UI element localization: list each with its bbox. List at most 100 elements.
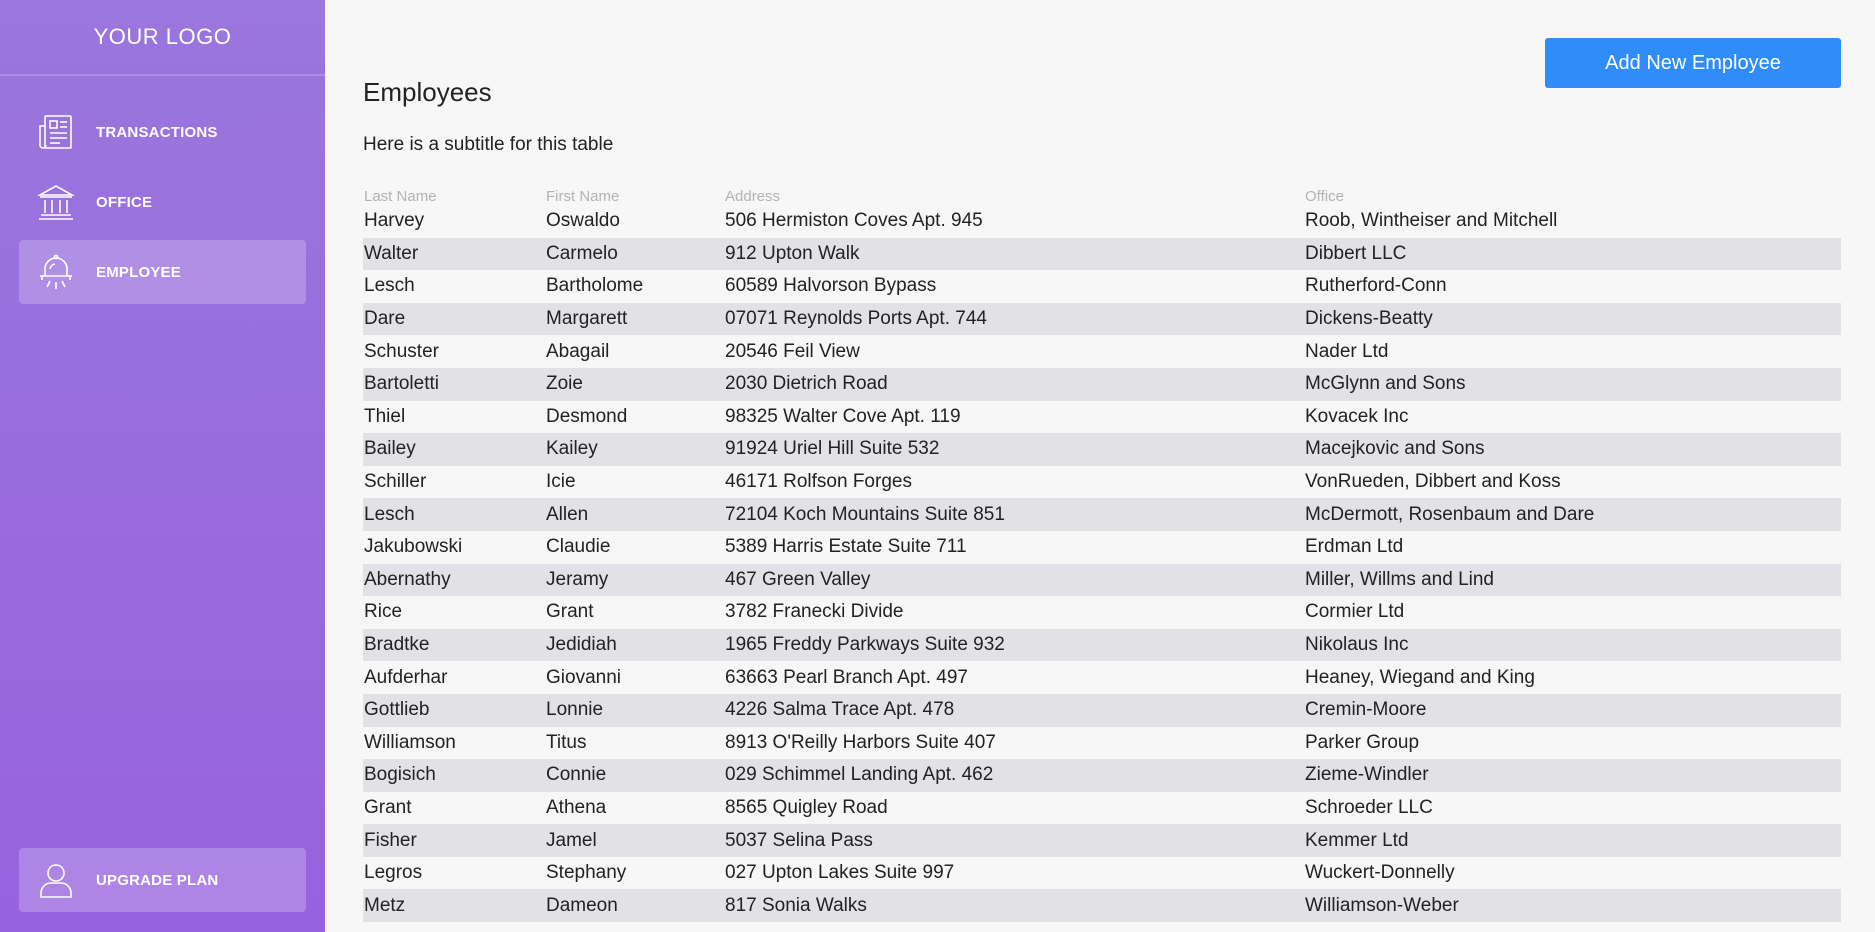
cell-last-name: Bartoletti bbox=[363, 367, 545, 401]
sidebar-item-office[interactable]: OFFICE bbox=[19, 170, 306, 234]
cell-address: 07071 Reynolds Ports Apt. 744 bbox=[724, 302, 1304, 336]
table-row[interactable]: Thiel Desmond 98325 Walter Cove Apt. 119 Ko… bbox=[363, 401, 1841, 434]
table-row[interactable]: Bogisich Connie 029 Schimmel Landing Apt. … bbox=[363, 759, 1841, 792]
cell-first-name: Zoie bbox=[545, 367, 724, 401]
cell-last-name: Williamson bbox=[364, 731, 456, 753]
table-row[interactable]: Bailey Kailey 91924 Uriel Hill Suite 532 Ma… bbox=[363, 433, 1841, 466]
cell-last-name: Metz bbox=[363, 889, 545, 923]
cell-first-name: Stephany bbox=[546, 862, 627, 884]
cell-office: McGlynn and Sons bbox=[1304, 367, 1841, 401]
cell-office: Dickens-Beatty bbox=[1304, 302, 1841, 336]
cell-last-name: Rice bbox=[364, 601, 403, 623]
user-icon bbox=[36, 860, 76, 900]
sidebar-item-employee[interactable]: EMPLOYEE bbox=[19, 240, 306, 304]
cell-first-name: Margarett bbox=[545, 302, 724, 336]
cell-first-name: Bartholome bbox=[546, 275, 644, 297]
cell-address: 2030 Dietrich Road bbox=[724, 367, 1304, 401]
app-root: YOUR LOGO TRANSACTIONS OFFICE EMPLOYEE U… bbox=[0, 0, 1875, 932]
cell-last-name: Schuster bbox=[364, 340, 439, 362]
cell-office: Wuckert-Donnelly bbox=[1305, 862, 1455, 884]
cell-address: 467 Green Valley bbox=[724, 563, 1304, 597]
cell-address: 63663 Pearl Branch Apt. 497 bbox=[725, 666, 968, 688]
cell-address: 5389 Harris Estate Suite 711 bbox=[725, 536, 967, 558]
table-row[interactable]: Lesch Allen 72104 Koch Mountains Suite 851… bbox=[363, 498, 1841, 531]
cell-last-name: Gottlieb bbox=[363, 693, 545, 727]
cell-office: Nikolaus Inc bbox=[1304, 628, 1841, 662]
logo[interactable]: YOUR LOGO bbox=[0, 0, 325, 76]
table-row[interactable]: Lesch Bartholome 60589 Halvorson Bypass Rut… bbox=[363, 270, 1841, 303]
table-row[interactable]: Dare Margarett 07071 Reynolds Ports Apt. 7… bbox=[363, 302, 1841, 336]
cell-office: Williamson-Weber bbox=[1304, 889, 1841, 923]
cell-first-name: Athena bbox=[546, 796, 607, 818]
table-row[interactable]: Aufderhar Giovanni 63663 Pearl Branch Apt.… bbox=[363, 661, 1841, 694]
table-row[interactable]: Schuster Abagail 20546 Feil View Nader Ltd bbox=[363, 335, 1841, 368]
cell-address: 5037 Selina Pass bbox=[724, 824, 1304, 857]
cell-address: 91924 Uriel Hill Suite 532 bbox=[724, 433, 1304, 466]
cell-first-name: Connie bbox=[545, 759, 724, 792]
cell-first-name: Claudie bbox=[546, 536, 611, 558]
table-row[interactable]: Grant Athena 8565 Quigley Road Schroeder LL… bbox=[363, 792, 1841, 825]
cell-first-name: Titus bbox=[546, 731, 587, 753]
sidebar-item-label: TRANSACTIONS bbox=[96, 123, 218, 141]
cell-office: VonRueden, Dibbert and Koss bbox=[1305, 471, 1561, 493]
cell-address: 8565 Quigley Road bbox=[725, 796, 888, 818]
table-body: Harvey Oswaldo 506 Hermiston Coves Apt. 94… bbox=[363, 205, 1841, 923]
add-new-employee-button[interactable]: Add New Employee bbox=[1545, 38, 1841, 88]
cell-address: 98325 Walter Cove Apt. 119 bbox=[725, 405, 961, 427]
bell-alarm-icon bbox=[36, 252, 76, 292]
cell-last-name: Schiller bbox=[364, 471, 427, 493]
cell-last-name: Lesch bbox=[363, 498, 545, 531]
table-row[interactable]: Gottlieb Lonnie 4226 Salma Trace Apt. 478 C… bbox=[363, 693, 1841, 727]
cell-last-name: Harvey bbox=[364, 210, 425, 232]
cell-address: 1965 Freddy Parkways Suite 932 bbox=[724, 628, 1304, 662]
newspaper-icon bbox=[36, 112, 76, 152]
table-row[interactable]: Bradtke Jedidiah 1965 Freddy Parkways Suit… bbox=[363, 628, 1841, 662]
cell-office: Roob, Wintheiser and Mitchell bbox=[1305, 210, 1558, 232]
cell-office: McDermott, Rosenbaum and Dare bbox=[1304, 498, 1841, 531]
table-row[interactable]: Metz Dameon 817 Sonia Walks Williamson-Webe… bbox=[363, 889, 1841, 923]
cell-office: Heaney, Wiegand and King bbox=[1305, 666, 1535, 688]
table-row[interactable]: Williamson Titus 8913 O'Reilly Harbors Sui… bbox=[363, 727, 1841, 760]
column-header-office[interactable]: Office bbox=[1304, 184, 1841, 205]
cell-last-name: Fisher bbox=[363, 824, 545, 857]
cell-first-name: Dameon bbox=[545, 889, 724, 923]
cell-office: Nader Ltd bbox=[1305, 340, 1389, 362]
cell-address: 027 Upton Lakes Suite 997 bbox=[725, 862, 955, 884]
column-header-address[interactable]: Address bbox=[724, 184, 1304, 205]
cell-office: Cormier Ltd bbox=[1305, 601, 1405, 623]
cell-address: 20546 Feil View bbox=[725, 340, 860, 362]
cell-office: Miller, Willms and Lind bbox=[1304, 563, 1841, 597]
table-row[interactable]: Rice Grant 3782 Franecki Divide Cormier Ltd bbox=[363, 596, 1841, 629]
cell-address: 912 Upton Walk bbox=[724, 237, 1304, 271]
table-row[interactable]: Legros Stephany 027 Upton Lakes Suite 997 W… bbox=[363, 857, 1841, 890]
table-row[interactable]: Walter Carmelo 912 Upton Walk Dibbert LLC bbox=[363, 237, 1841, 271]
table-row[interactable]: Abernathy Jeramy 467 Green Valley Miller, W… bbox=[363, 563, 1841, 597]
table-row[interactable]: Fisher Jamel 5037 Selina Pass Kemmer Ltd bbox=[363, 824, 1841, 857]
upgrade-plan-label: UPGRADE PLAN bbox=[96, 871, 219, 889]
cell-address: 029 Schimmel Landing Apt. 462 bbox=[724, 759, 1304, 792]
cell-first-name: Lonnie bbox=[545, 693, 724, 727]
cell-first-name: Giovanni bbox=[546, 666, 621, 688]
cell-office: Kovacek Inc bbox=[1305, 405, 1409, 427]
table-row[interactable]: Jakubowski Claudie 5389 Harris Estate Suit… bbox=[363, 531, 1841, 564]
table-header-row: Last Name First Name Address Office bbox=[363, 184, 1841, 205]
table-row[interactable]: Bartoletti Zoie 2030 Dietrich Road McGlynn … bbox=[363, 367, 1841, 401]
table-row[interactable]: Schiller Icie 46171 Rolfson Forges VonRuede… bbox=[363, 466, 1841, 499]
upgrade-plan-button[interactable]: UPGRADE PLAN bbox=[19, 848, 306, 912]
column-header-last-name[interactable]: Last Name bbox=[363, 184, 545, 205]
cell-first-name: Kailey bbox=[545, 433, 724, 466]
cell-last-name: Bogisich bbox=[363, 759, 545, 792]
cell-last-name: Aufderhar bbox=[364, 666, 448, 688]
cell-last-name: Grant bbox=[364, 796, 412, 818]
cell-office: Dibbert LLC bbox=[1304, 237, 1841, 271]
cell-last-name: Abernathy bbox=[363, 563, 545, 597]
cell-address: 8913 O'Reilly Harbors Suite 407 bbox=[725, 731, 996, 753]
sidebar-item-transactions[interactable]: TRANSACTIONS bbox=[19, 100, 306, 164]
cell-office: Rutherford-Conn bbox=[1305, 275, 1447, 297]
column-header-first-name[interactable]: First Name bbox=[545, 184, 724, 205]
page-title: Employees bbox=[363, 77, 492, 107]
cell-last-name: Bradtke bbox=[363, 628, 545, 662]
cell-office: Zieme-Windler bbox=[1304, 759, 1841, 792]
cell-office: Macejkovic and Sons bbox=[1304, 433, 1841, 466]
table-row[interactable]: Harvey Oswaldo 506 Hermiston Coves Apt. 94… bbox=[363, 205, 1841, 238]
